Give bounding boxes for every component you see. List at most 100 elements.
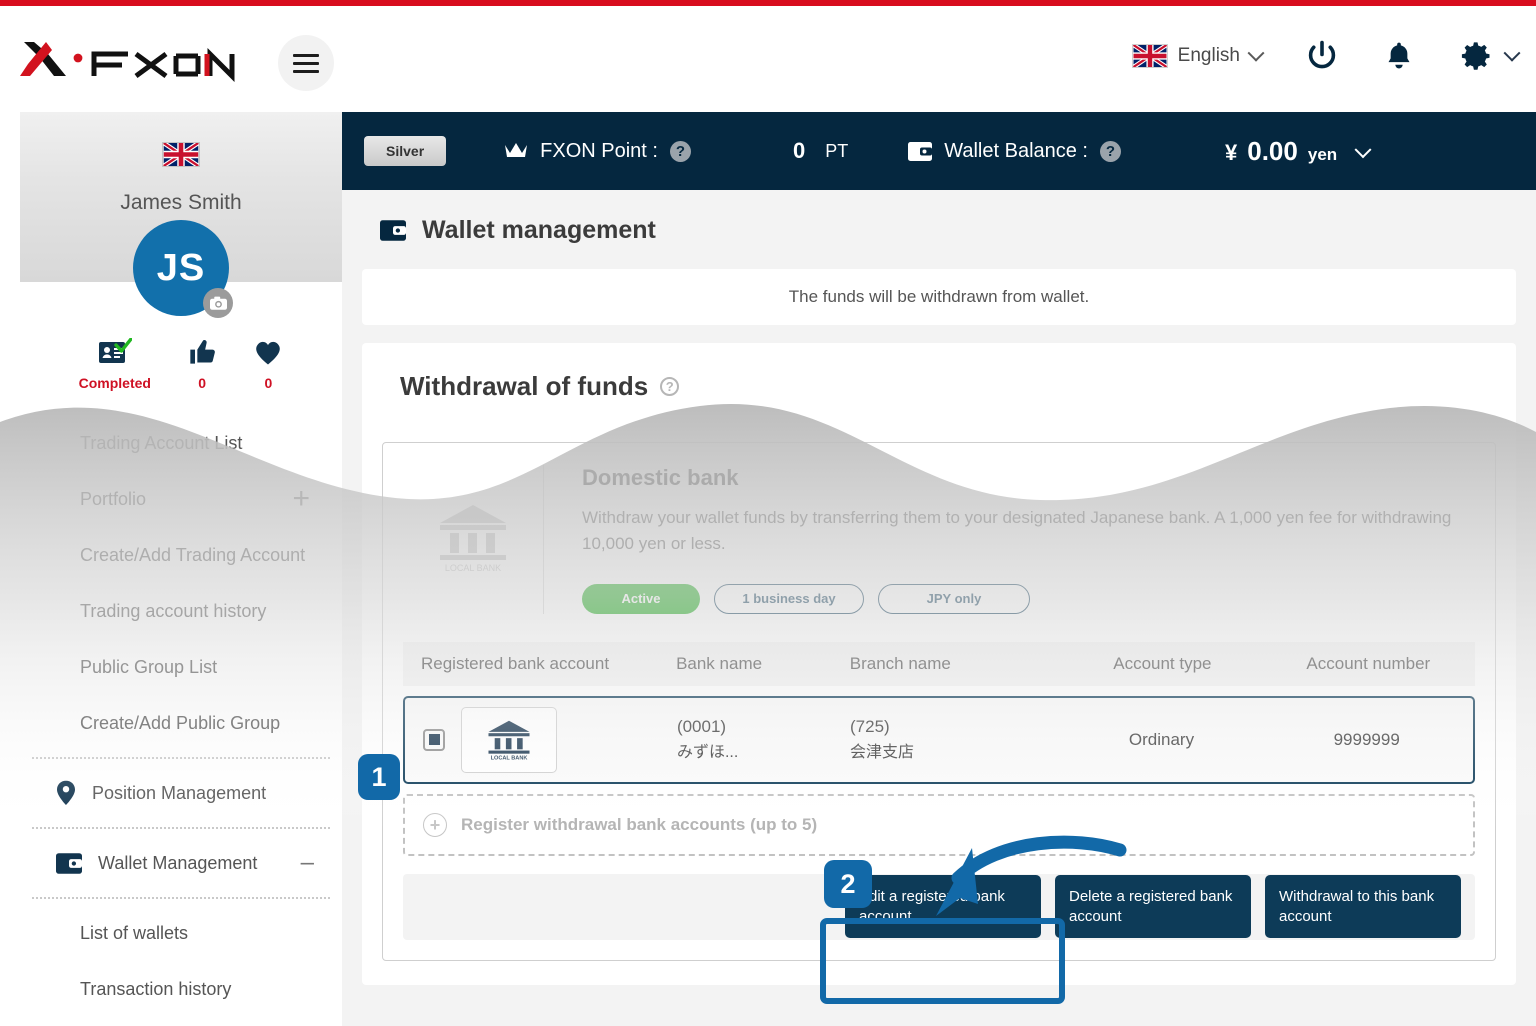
sidebar: James Smith JS Completed 0 0 Trading Acc… — [20, 112, 342, 1026]
page-title-text: Wallet management — [422, 216, 656, 244]
row-select-checkbox[interactable] — [423, 728, 445, 751]
hamburger-icon — [293, 49, 319, 78]
uk-flag-icon — [1131, 44, 1168, 68]
withdraw-to-bank-account-button[interactable]: Withdrawal to this bank account — [1265, 875, 1461, 939]
sidebar-item-label: Wallet Management — [98, 852, 258, 873]
column-account-type: Account type — [1113, 653, 1212, 673]
wallet-balance-group: Wallet Balance : ? ¥ 0.00 yen — [908, 135, 1372, 167]
notifications-button[interactable] — [1382, 39, 1416, 73]
help-icon[interactable]: ? — [660, 377, 680, 396]
sidebar-item-portfolio[interactable]: Portfolio + — [20, 471, 342, 527]
heart-icon — [256, 341, 281, 365]
register-bank-account-row[interactable]: + Register withdrawal bank accounts (up … — [403, 793, 1475, 856]
sidebar-item-position-management[interactable]: Position Management — [20, 765, 342, 821]
minus-icon[interactable]: – — [301, 851, 314, 875]
sidebar-item-label: Create/Add Public Group — [80, 712, 281, 733]
register-bank-account-label: Register withdrawal bank accounts (up to… — [461, 814, 818, 834]
sidebar-item-wallet-management[interactable]: Wallet Management – — [20, 835, 342, 891]
app-root: English Silver FXON Point: ? 0 PT Walle… — [0, 0, 1536, 1026]
sidebar-item-create-add-public-group[interactable]: Create/Add Public Group — [20, 695, 342, 751]
power-icon — [1308, 40, 1336, 69]
edit-bank-account-button[interactable]: Edit a registered bank account — [845, 875, 1041, 939]
sidebar-item-label: Create/Add Trading Account — [80, 544, 306, 565]
avatar[interactable]: JS — [133, 220, 233, 318]
annotation-badge-2: 2 — [824, 860, 872, 908]
hamburger-menu-button[interactable] — [278, 35, 334, 91]
svg-text:LOCAL BANK: LOCAL BANK — [491, 755, 528, 761]
status-badge: Active — [582, 583, 700, 614]
fxon-point-unit: PT — [825, 140, 849, 161]
bank-building-icon: LOCAL BANK — [488, 720, 530, 761]
bank-card-description: Withdraw your wallet funds by transferri… — [582, 508, 1452, 554]
stat-likes[interactable]: 0 — [188, 338, 216, 391]
sidebar-nav: Trading Account List Portfolio + Create/… — [20, 415, 342, 1017]
branch-name: 会津支店 — [850, 744, 915, 762]
table-row[interactable]: LOCAL BANK (0001) みずほ... (725) 会津支店 Ordi… — [403, 695, 1475, 784]
wallet-balance-value-group[interactable]: ¥ 0.00 yen — [1225, 135, 1372, 167]
help-icon[interactable]: ? — [669, 140, 691, 162]
language-selector[interactable]: English — [1131, 44, 1265, 68]
bell-icon — [1388, 42, 1410, 69]
bank-action-bar: Edit a registered bank account Delete a … — [403, 873, 1475, 940]
sidebar-item-public-group-list[interactable]: Public Group List — [20, 639, 342, 695]
bank-logo: LOCAL BANK — [403, 465, 543, 614]
chevron-down-icon — [1247, 44, 1265, 62]
sidebar-item-list-of-wallets[interactable]: List of wallets — [20, 905, 342, 961]
gear-icon — [1461, 42, 1490, 70]
withdrawal-panel: Withdrawal of funds ? LOCAL BANK Domesti… — [362, 343, 1516, 985]
sidebar-item-label: List of wallets — [80, 922, 189, 943]
stat-verification-label: Completed — [78, 375, 151, 391]
wallet-balance-amount: 0.00 — [1247, 135, 1298, 166]
column-bank-name: Bank name — [676, 653, 763, 673]
section-title-text: Withdrawal of funds — [400, 371, 649, 401]
section-title: Withdrawal of funds ? — [362, 371, 1516, 402]
stat-favorites[interactable]: 0 — [253, 338, 283, 391]
sidebar-item-trading-account-list[interactable]: Trading Account List — [20, 415, 342, 471]
settings-button[interactable] — [1458, 38, 1521, 74]
fxon-point-label: FXON Point : — [540, 139, 658, 162]
column-account-number: Account number — [1306, 653, 1431, 673]
sidebar-item-trading-account-history[interactable]: Trading account history — [20, 583, 342, 639]
fxon-point-group: FXON Point : ? 0 PT — [504, 138, 848, 164]
delete-bank-account-button[interactable]: Delete a registered bank account — [1055, 875, 1251, 939]
main-content: Wallet management The funds will be with… — [342, 190, 1536, 1026]
fxon-logo-mark — [20, 42, 235, 82]
sidebar-item-label: Portfolio — [80, 488, 147, 509]
power-button[interactable] — [1304, 38, 1340, 74]
stat-favorites-label: 0 — [264, 375, 273, 391]
withdrawal-notice: The funds will be withdrawn from wallet. — [362, 269, 1516, 325]
language-label: English — [1177, 45, 1240, 66]
user-name: James Smith — [120, 191, 242, 214]
camera-icon — [209, 296, 227, 310]
plus-icon[interactable]: + — [292, 484, 310, 514]
sidebar-item-label: Position Management — [92, 782, 267, 803]
column-registered-bank-account: Registered bank account — [421, 653, 610, 673]
bank-card-pills: Active 1 business day JPY only — [582, 583, 1475, 614]
cell-account-number: 9999999 — [1333, 730, 1400, 750]
domestic-bank-card: LOCAL BANK Domestic bank Withdraw your w… — [382, 442, 1496, 961]
divider — [32, 827, 330, 829]
currency-symbol: ¥ — [1225, 139, 1238, 165]
fxon-logo[interactable] — [18, 36, 238, 82]
svg-text:LOCAL BANK: LOCAL BANK — [445, 563, 501, 573]
branch-code: (725) — [850, 717, 890, 737]
fxon-point-value: 0 — [792, 138, 806, 163]
annotation-badge-1: 1 — [358, 754, 400, 800]
bank-building-icon: LOCAL BANK — [440, 505, 506, 573]
help-icon[interactable]: ? — [1100, 140, 1121, 162]
wallet-balance-currency: yen — [1307, 144, 1338, 164]
camera-upload-button[interactable] — [203, 288, 233, 318]
account-summary-bar: Silver FXON Point : ? 0 PT Wallet Balanc… — [342, 112, 1536, 190]
rank-badge[interactable]: Silver — [364, 136, 447, 166]
stat-verification[interactable]: Completed — [79, 338, 151, 391]
sidebar-item-label: Transaction history — [80, 978, 232, 999]
sidebar-item-create-add-trading-account[interactable]: Create/Add Trading Account — [20, 527, 342, 583]
sidebar-item-transaction-history[interactable]: Transaction history — [20, 961, 342, 1017]
cell-branch-name: (725) 会津支店 — [850, 713, 1063, 766]
id-card-check-icon — [98, 338, 132, 363]
page-title: Wallet management — [342, 190, 1536, 245]
cell-account-type: Ordinary — [1128, 730, 1195, 750]
divider — [32, 897, 330, 899]
app-header: English — [0, 6, 1536, 112]
processing-time-badge: 1 business day — [714, 583, 864, 614]
